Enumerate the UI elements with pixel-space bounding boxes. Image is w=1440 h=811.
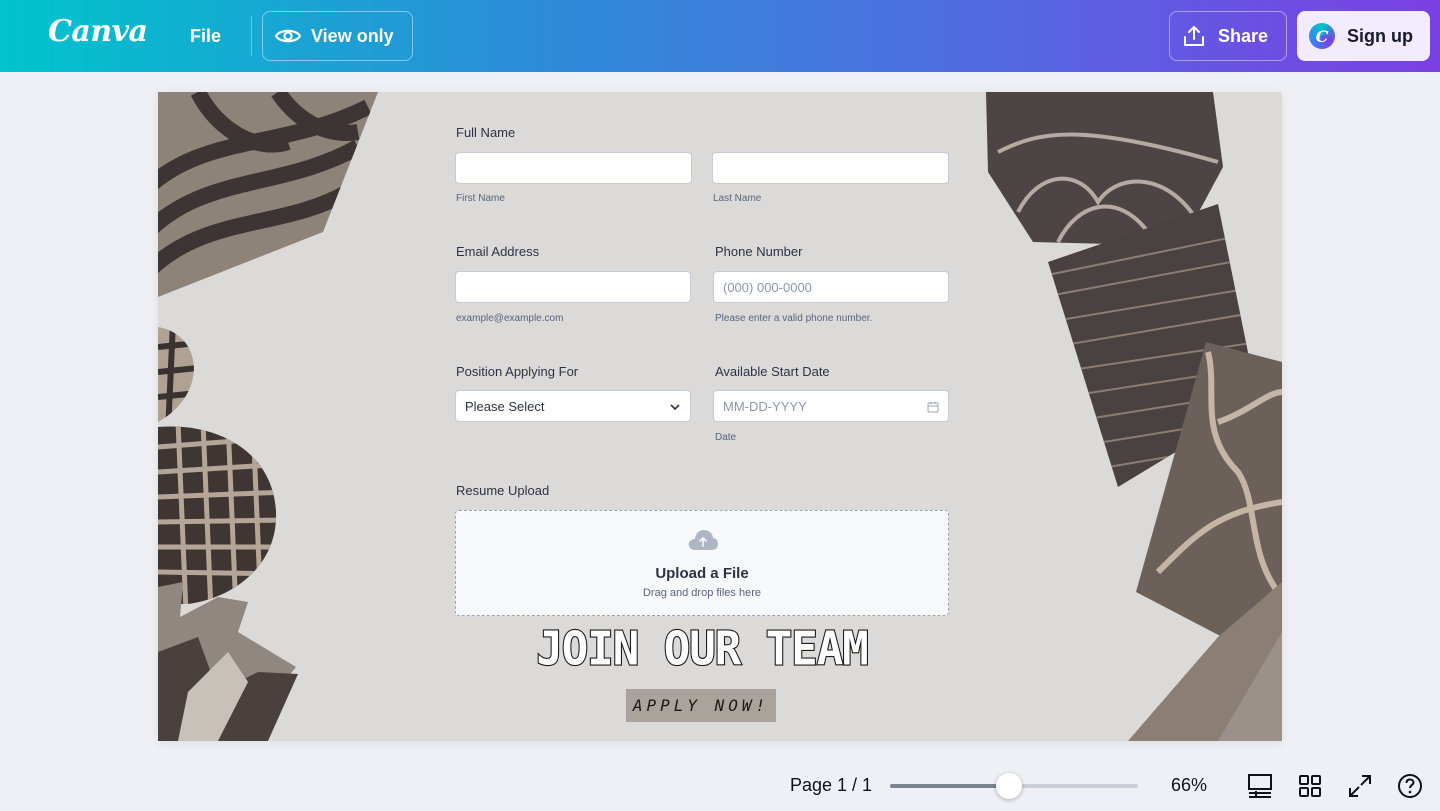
view-only-label: View only bbox=[311, 25, 394, 46]
zoom-slider-thumb[interactable] bbox=[996, 773, 1023, 799]
canva-c-icon: C bbox=[1309, 23, 1335, 49]
notes-view-icon[interactable] bbox=[1247, 773, 1273, 799]
resume-upload-label: Resume Upload bbox=[456, 483, 550, 498]
page-indicator[interactable]: Page 1 / 1 bbox=[790, 775, 872, 796]
email-label: Email Address bbox=[456, 244, 540, 259]
grid-view-icon[interactable] bbox=[1297, 773, 1323, 799]
phone-label: Phone Number bbox=[715, 244, 803, 259]
cloud-upload-icon bbox=[688, 530, 718, 550]
last-name-input[interactable] bbox=[712, 152, 949, 184]
zoom-level[interactable]: 66% bbox=[1171, 775, 1207, 796]
view-only-button[interactable]: View only bbox=[262, 11, 413, 61]
upload-title: Upload a File bbox=[655, 565, 749, 582]
zoom-slider-fill bbox=[890, 784, 1010, 788]
start-date-placeholder: MM-DD-YYYY bbox=[723, 398, 807, 414]
fullscreen-icon[interactable] bbox=[1347, 773, 1373, 799]
apply-now-badge: APPLY NOW! bbox=[626, 689, 776, 722]
position-selected-value: Please Select bbox=[465, 398, 545, 414]
phone-input[interactable]: (000) 000-0000 bbox=[713, 271, 949, 303]
file-menu-button[interactable]: File bbox=[176, 16, 235, 56]
top-bar: Canva File View only Share C Sign up bbox=[0, 0, 1440, 72]
position-label: Position Applying For bbox=[456, 364, 579, 379]
share-button[interactable]: Share bbox=[1169, 11, 1287, 61]
resume-upload-dropzone[interactable]: Upload a File Drag and drop files here bbox=[455, 510, 949, 616]
toolbar-divider bbox=[251, 16, 252, 56]
last-name-sublabel: Last Name bbox=[713, 193, 762, 204]
help-icon[interactable] bbox=[1397, 773, 1423, 799]
share-upload-icon bbox=[1184, 26, 1204, 46]
eye-icon bbox=[275, 29, 301, 43]
share-label: Share bbox=[1218, 25, 1269, 46]
sign-up-button[interactable]: C Sign up bbox=[1297, 11, 1430, 61]
start-date-sublabel: Date bbox=[715, 432, 737, 443]
upload-subtitle: Drag and drop files here bbox=[642, 587, 761, 599]
first-name-input[interactable] bbox=[455, 152, 692, 184]
full-name-label: Full Name bbox=[456, 125, 516, 140]
sign-up-label: Sign up bbox=[1347, 25, 1413, 46]
canva-logo[interactable]: Canva bbox=[48, 14, 148, 49]
phone-sublabel: Please enter a valid phone number. bbox=[715, 313, 873, 324]
chevron-down-icon bbox=[670, 404, 680, 411]
email-sublabel: example@example.com bbox=[456, 313, 564, 324]
position-select[interactable]: Please Select bbox=[455, 390, 691, 422]
first-name-sublabel: First Name bbox=[456, 193, 505, 204]
join-our-team-headline: JOIN OUR TEAM bbox=[535, 622, 870, 678]
design-page: Full Name First Name Last Name Email Add… bbox=[158, 92, 1282, 741]
start-date-input[interactable]: MM-DD-YYYY bbox=[713, 390, 949, 422]
email-input[interactable] bbox=[455, 271, 691, 303]
start-date-label: Available Start Date bbox=[715, 364, 830, 379]
calendar-icon[interactable] bbox=[927, 401, 939, 413]
